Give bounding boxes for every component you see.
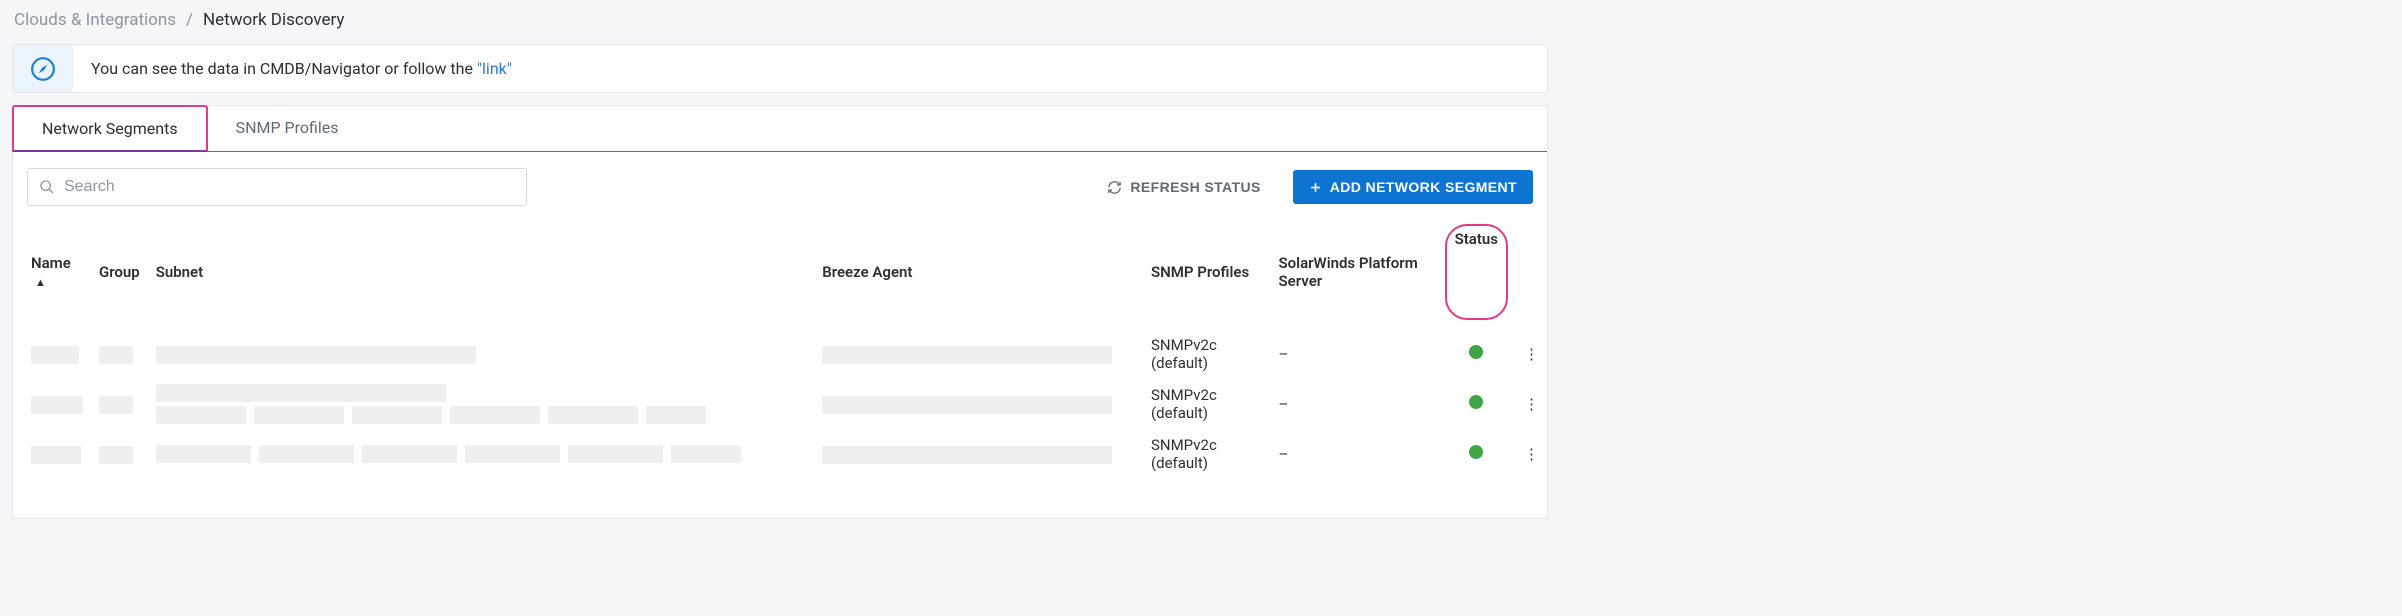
col-name[interactable]: Name ▲ xyxy=(13,214,91,330)
breadcrumb-separator: / xyxy=(186,10,193,30)
redacted-subnet xyxy=(568,445,663,463)
sort-asc-icon: ▲ xyxy=(35,276,46,289)
status-dot-green xyxy=(1469,395,1483,409)
redacted-group xyxy=(99,396,133,414)
plus-icon xyxy=(1309,181,1322,194)
cell-server: – xyxy=(1271,378,1437,430)
tab-label: SNMP Profiles xyxy=(236,118,339,137)
redacted-subnet xyxy=(362,445,457,463)
redacted-subnet xyxy=(156,445,251,463)
col-subnet-label: Subnet xyxy=(156,263,203,281)
redacted-subnet xyxy=(259,445,354,463)
add-label: ADD NETWORK SEGMENT xyxy=(1330,179,1517,195)
row-menu-button[interactable]: ⋮ xyxy=(1516,430,1547,478)
col-group[interactable]: Group xyxy=(91,214,148,330)
col-group-label: Group xyxy=(99,263,140,281)
col-name-label: Name xyxy=(31,254,71,272)
redacted-name xyxy=(31,396,83,414)
breadcrumb-parent[interactable]: Clouds & Integrations xyxy=(14,10,176,30)
cell-server: – xyxy=(1271,330,1437,378)
search-input[interactable] xyxy=(27,168,527,206)
refresh-icon xyxy=(1107,180,1122,195)
toolbar: REFRESH STATUS ADD NETWORK SEGMENT xyxy=(13,152,1547,214)
info-banner: You can see the data in CMDB/Navigator o… xyxy=(12,44,1548,93)
redacted-subnet xyxy=(548,406,638,424)
breadcrumb-current: Network Discovery xyxy=(203,10,344,30)
info-banner-text: You can see the data in CMDB/Navigator o… xyxy=(73,45,530,92)
redacted-subnet xyxy=(352,406,442,424)
refresh-label: REFRESH STATUS xyxy=(1130,179,1260,195)
compass-icon xyxy=(13,45,73,92)
segments-table: Name ▲ Group Subnet Breeze Agent SNMP Pr… xyxy=(13,214,1547,478)
row-menu-button[interactable]: ⋮ xyxy=(1516,378,1547,430)
table-row[interactable]: SNMPv2c (default) – ⋮ xyxy=(13,378,1547,430)
info-link[interactable]: "link" xyxy=(477,59,512,78)
redacted-name xyxy=(31,346,79,364)
table-row[interactable]: SNMPv2c (default) – ⋮ xyxy=(13,430,1547,478)
redacted-subnet xyxy=(671,445,741,463)
col-subnet[interactable]: Subnet xyxy=(148,214,814,330)
cell-snmp: SNMPv2c (default) xyxy=(1143,430,1271,478)
redacted-subnet xyxy=(156,406,246,424)
tab-snmp-profiles[interactable]: SNMP Profiles xyxy=(208,106,368,151)
redacted-subnet xyxy=(450,406,540,424)
status-dot-green xyxy=(1469,445,1483,459)
refresh-status-button[interactable]: REFRESH STATUS xyxy=(1091,170,1276,204)
breadcrumb: Clouds & Integrations / Network Discover… xyxy=(12,10,1548,44)
add-network-segment-button[interactable]: ADD NETWORK SEGMENT xyxy=(1293,170,1533,204)
redacted-name xyxy=(31,446,81,464)
col-server-label: SolarWinds Platform Server xyxy=(1279,254,1418,290)
redacted-subnet xyxy=(156,384,446,402)
search-wrap xyxy=(27,168,527,206)
col-agent-label: Breeze Agent xyxy=(822,263,912,281)
status-dot-green xyxy=(1469,345,1483,359)
col-status-label: Status xyxy=(1455,230,1498,248)
redacted-subnet xyxy=(156,346,476,364)
row-menu-button[interactable]: ⋮ xyxy=(1516,330,1547,378)
col-server[interactable]: SolarWinds Platform Server xyxy=(1271,214,1437,330)
redacted-agent xyxy=(822,346,1112,364)
redacted-subnet xyxy=(465,445,560,463)
redacted-agent xyxy=(822,446,1112,464)
info-text-pre: You can see the data in CMDB/Navigator o… xyxy=(91,59,477,78)
redacted-subnet xyxy=(254,406,344,424)
cell-snmp: SNMPv2c (default) xyxy=(1143,330,1271,378)
col-snmp[interactable]: SNMP Profiles xyxy=(1143,214,1271,330)
cell-server: – xyxy=(1271,430,1437,478)
col-status[interactable]: Status xyxy=(1437,214,1516,330)
tab-network-segments[interactable]: Network Segments xyxy=(12,105,208,152)
tabs: Network Segments SNMP Profiles xyxy=(13,106,1547,152)
main-panel: Network Segments SNMP Profiles REFRESH S… xyxy=(12,105,1548,519)
cell-snmp: SNMPv2c (default) xyxy=(1143,378,1271,430)
redacted-group xyxy=(99,346,133,364)
col-agent[interactable]: Breeze Agent xyxy=(814,214,1143,330)
redacted-agent xyxy=(822,396,1112,414)
col-snmp-label: SNMP Profiles xyxy=(1151,263,1249,281)
redacted-group xyxy=(99,446,133,464)
redacted-subnet xyxy=(646,406,706,424)
tab-label: Network Segments xyxy=(42,119,178,138)
table-row[interactable]: SNMPv2c (default) – ⋮ xyxy=(13,330,1547,378)
